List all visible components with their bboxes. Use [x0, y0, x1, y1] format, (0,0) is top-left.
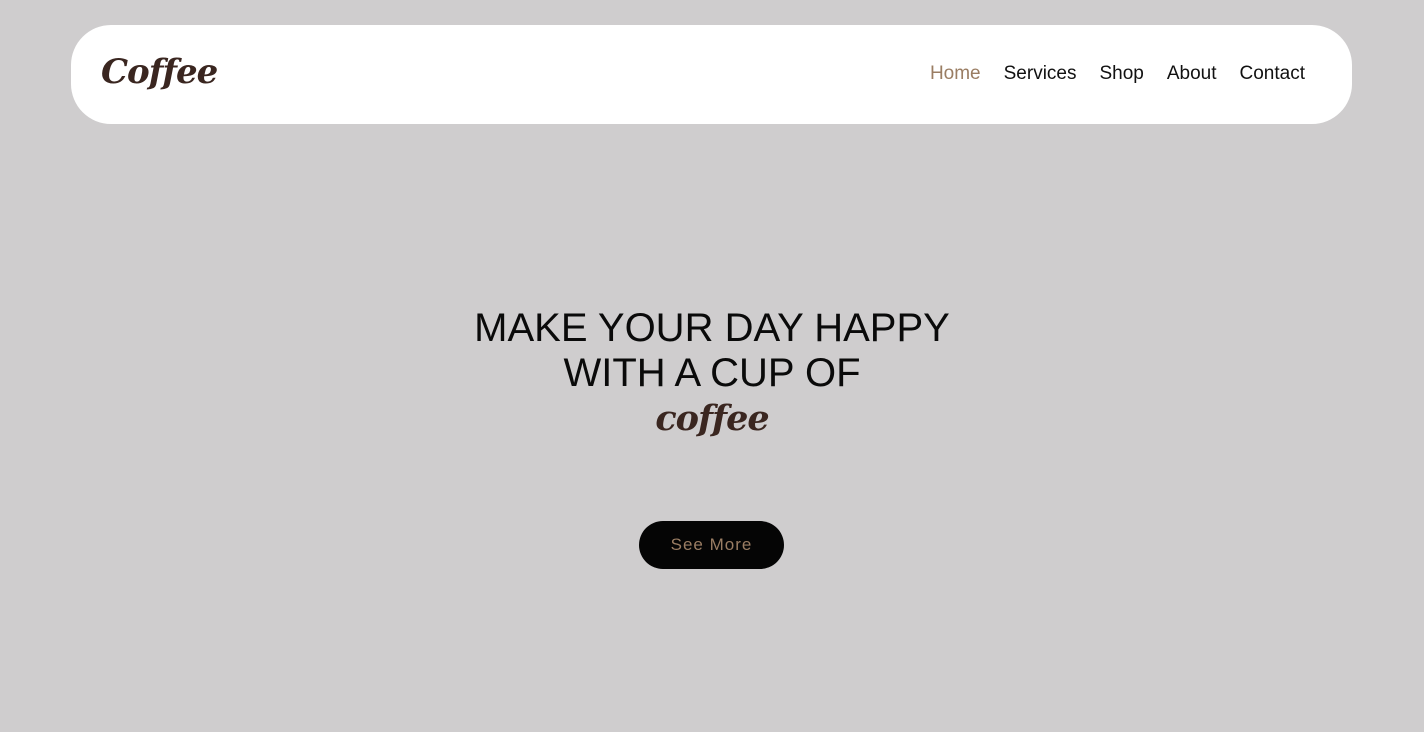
- hero-section: MAKE YOUR DAY HAPPY WITH A CUP OF coffee: [0, 306, 1424, 440]
- site-logo[interactable]: Coffee: [101, 52, 218, 92]
- nav-item-services: Services: [1004, 63, 1077, 85]
- nav-link-about[interactable]: About: [1167, 63, 1217, 85]
- hero-accent-word: coffee: [655, 398, 769, 439]
- hero-heading-line-1: MAKE YOUR DAY HAPPY: [474, 306, 950, 350]
- hero-heading: MAKE YOUR DAY HAPPY WITH A CUP OF: [0, 306, 1424, 396]
- hero-heading-line-2: WITH A CUP OF: [563, 351, 861, 395]
- main-nav: Home Services Shop About Contact: [930, 63, 1305, 85]
- nav-item-shop: Shop: [1099, 63, 1143, 85]
- nav-link-shop[interactable]: Shop: [1099, 63, 1143, 85]
- page: Coffee Home Services Shop About Contact …: [0, 0, 1424, 732]
- nav-link-home[interactable]: Home: [930, 63, 981, 85]
- see-more-button[interactable]: See More: [639, 521, 784, 569]
- nav-link-contact[interactable]: Contact: [1240, 63, 1305, 85]
- navbar: Coffee Home Services Shop About Contact: [71, 25, 1352, 124]
- nav-item-contact: Contact: [1240, 63, 1305, 85]
- nav-item-home: Home: [930, 63, 981, 85]
- nav-link-services[interactable]: Services: [1004, 63, 1077, 85]
- nav-item-about: About: [1167, 63, 1217, 85]
